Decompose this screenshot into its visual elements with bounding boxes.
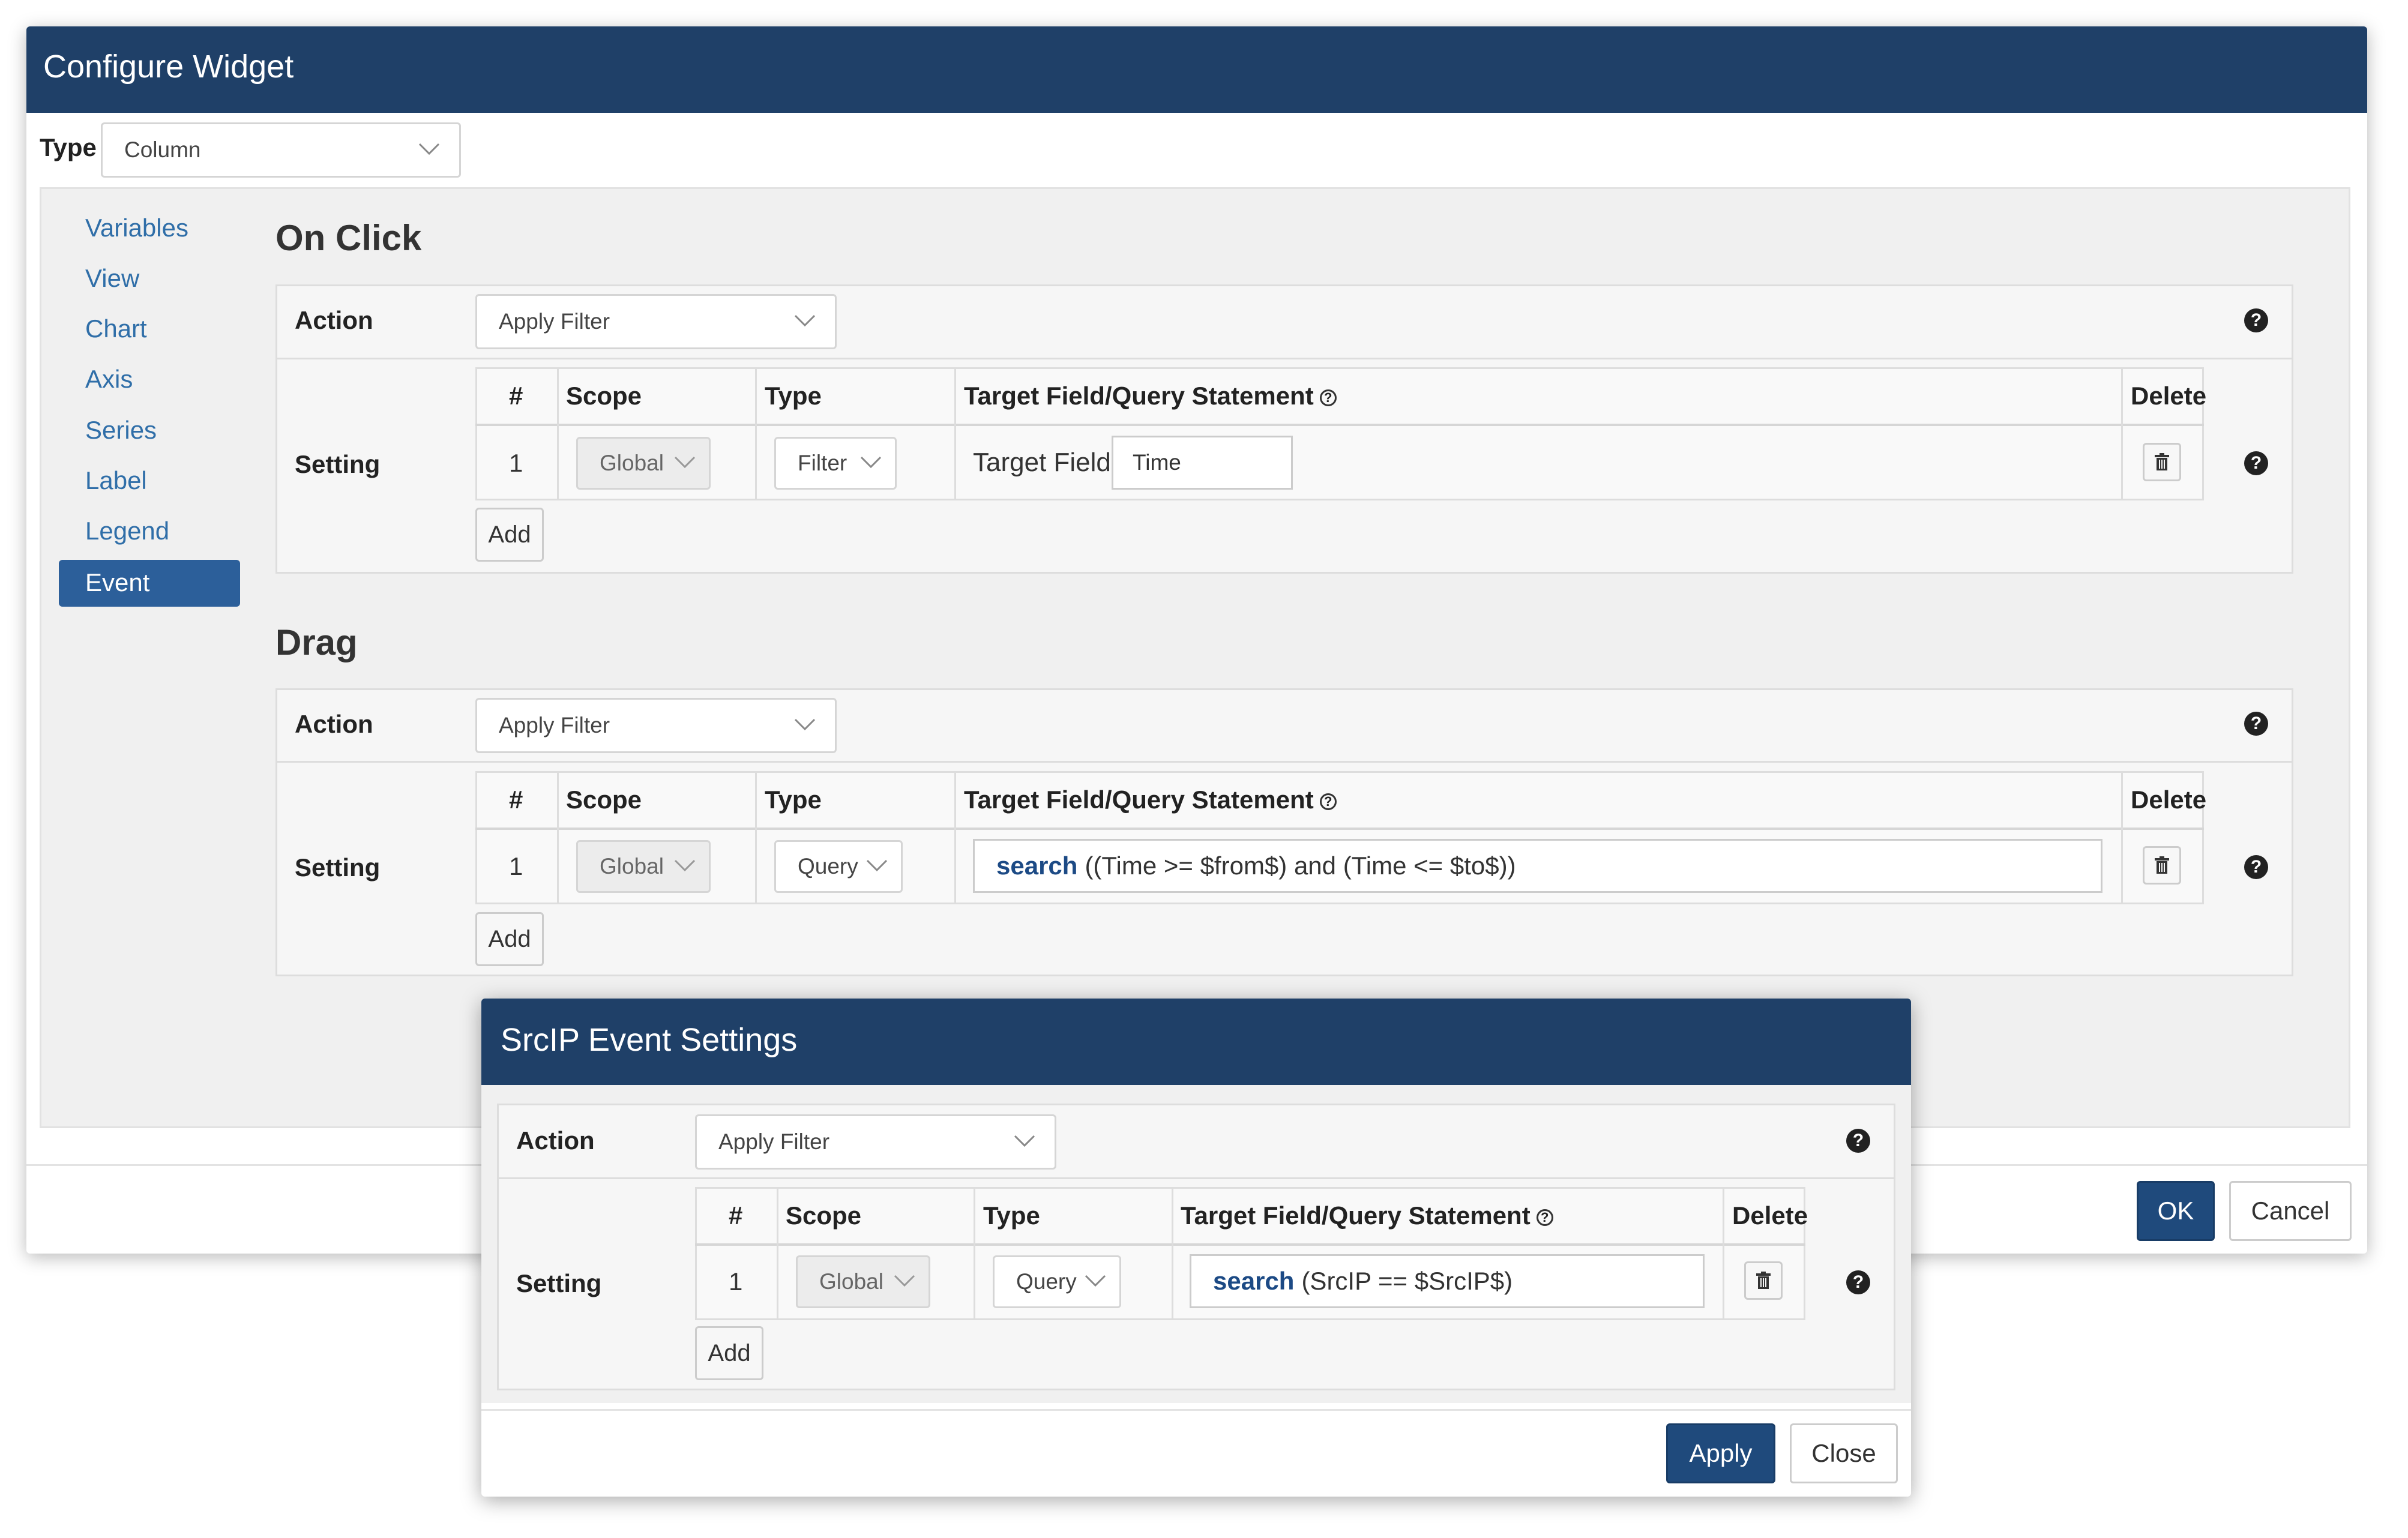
on-click-action-divider	[275, 358, 2293, 359]
target-field-label: Target Field	[973, 448, 1111, 477]
on-click-action-value: Apply Filter	[499, 309, 610, 334]
drag-type-select[interactable]: Query	[774, 840, 903, 893]
nav-item-event[interactable]: Event	[59, 560, 240, 607]
table-header-num: #	[729, 1201, 743, 1230]
chevron-down-icon	[794, 314, 816, 327]
trash-icon	[2155, 856, 2169, 874]
srcip-add-button[interactable]: Add	[695, 1326, 763, 1380]
query-text: ((Time >= $from$) and (Time <= $to$))	[1085, 852, 1516, 880]
apply-button[interactable]: Apply	[1666, 1423, 1775, 1483]
srcip-dialog-header: SrcIP Event Settings	[481, 999, 1911, 1085]
srcip-scope-select[interactable]: Global	[796, 1255, 930, 1308]
table-header-scope: Scope	[566, 786, 642, 814]
row-number: 1	[509, 449, 523, 477]
nav-item-chart[interactable]: Chart	[85, 314, 147, 343]
query-keyword: search	[1213, 1267, 1295, 1295]
cancel-button[interactable]: Cancel	[2229, 1181, 2352, 1241]
chevron-down-icon	[674, 456, 696, 469]
nav-item-legend[interactable]: Legend	[85, 517, 169, 545]
drag-scope-select[interactable]: Global	[576, 840, 711, 893]
nav-item-label[interactable]: Label	[85, 466, 147, 495]
help-icon[interactable]: ?	[1846, 1270, 1870, 1294]
drag-action-select[interactable]: Apply Filter	[475, 698, 837, 753]
srcip-query-input[interactable]: search (SrcIP == $SrcIP$)	[1190, 1254, 1705, 1308]
table-header-scope: Scope	[786, 1201, 862, 1230]
chevron-down-icon	[1085, 1275, 1106, 1287]
query-text: (SrcIP == $SrcIP$)	[1301, 1267, 1513, 1295]
chevron-down-icon	[418, 143, 440, 155]
on-click-add-button[interactable]: Add	[475, 508, 544, 562]
on-click-table	[475, 367, 2204, 500]
query-keyword: search	[996, 852, 1078, 880]
help-icon[interactable]: ?	[1846, 1129, 1870, 1153]
nav-item-event-label: Event	[85, 568, 150, 596]
on-click-type-select[interactable]: Filter	[774, 437, 897, 490]
trash-icon	[1756, 1272, 1771, 1289]
table-header-delete: Delete	[2131, 786, 2207, 814]
srcip-setting-label: Setting	[516, 1269, 602, 1297]
table-header-type: Type	[765, 382, 822, 410]
table-header-delete: Delete	[1732, 1201, 1808, 1230]
nav-item-view[interactable]: View	[85, 264, 139, 293]
on-click-scope-select[interactable]: Global	[576, 437, 711, 490]
chevron-down-icon	[674, 859, 696, 872]
on-click-action-label: Action	[295, 306, 373, 334]
table-header-num: #	[509, 382, 523, 410]
ok-button[interactable]: OK	[2137, 1181, 2215, 1241]
srcip-action-divider	[497, 1177, 1895, 1179]
chevron-down-icon	[860, 456, 882, 469]
srcip-action-select[interactable]: Apply Filter	[695, 1114, 1056, 1170]
target-field-input[interactable]: Time	[1112, 436, 1293, 490]
chevron-down-icon	[866, 859, 888, 872]
delete-row-button[interactable]	[2143, 846, 2181, 885]
drag-title: Drag	[275, 622, 358, 662]
table-header-target: Target Field/Query Statement?	[964, 786, 1337, 814]
delete-row-button[interactable]	[2143, 443, 2181, 481]
nav-item-series[interactable]: Series	[85, 416, 157, 445]
srcip-action-value: Apply Filter	[718, 1129, 830, 1154]
trash-icon	[2155, 453, 2169, 470]
nav-item-axis[interactable]: Axis	[85, 365, 133, 394]
delete-row-button[interactable]	[1744, 1261, 1783, 1300]
dialog-title: Configure Widget	[43, 49, 294, 85]
help-icon[interactable]: ?	[2244, 855, 2268, 879]
table-header-num: #	[509, 786, 523, 814]
on-click-title: On Click	[275, 218, 422, 258]
dialog-header: Configure Widget	[26, 26, 2367, 113]
help-icon[interactable]: ?	[2244, 451, 2268, 475]
chevron-down-icon	[794, 718, 816, 731]
srcip-footer-divider	[481, 1409, 1911, 1411]
drag-add-button[interactable]: Add	[475, 912, 544, 966]
srcip-dialog-title: SrcIP Event Settings	[501, 1022, 798, 1058]
nav-item-variables[interactable]: Variables	[85, 214, 188, 242]
table-header-delete: Delete	[2131, 382, 2207, 410]
drag-action-value: Apply Filter	[499, 713, 610, 737]
help-icon[interactable]: ?	[2244, 712, 2268, 736]
widget-type-value: Column	[124, 137, 201, 162]
row-number: 1	[509, 852, 523, 880]
chevron-down-icon	[894, 1275, 915, 1287]
row-number: 1	[729, 1267, 743, 1296]
question-circle-icon: ?	[1319, 793, 1337, 810]
drag-action-divider	[275, 761, 2293, 763]
drag-query-input[interactable]: search ((Time >= $from$) and (Time <= $t…	[973, 839, 2102, 893]
srcip-type-select[interactable]: Query	[993, 1255, 1121, 1308]
table-header-scope: Scope	[566, 382, 642, 410]
drag-setting-label: Setting	[295, 853, 381, 882]
srcip-action-label: Action	[516, 1126, 595, 1155]
on-click-setting-label: Setting	[295, 450, 381, 478]
table-header-target: Target Field/Query Statement?	[964, 382, 1337, 410]
help-icon[interactable]: ?	[2244, 308, 2268, 332]
table-header-type: Type	[983, 1201, 1040, 1230]
on-click-action-select[interactable]: Apply Filter	[475, 294, 837, 349]
chevron-down-icon	[1014, 1135, 1035, 1147]
question-circle-icon: ?	[1536, 1209, 1553, 1226]
question-circle-icon: ?	[1319, 389, 1337, 406]
table-header-type: Type	[765, 786, 822, 814]
type-label: Type	[40, 133, 97, 161]
drag-action-label: Action	[295, 710, 373, 738]
table-header-target: Target Field/Query Statement?	[1181, 1201, 1553, 1230]
widget-type-select[interactable]: Column	[101, 122, 461, 178]
close-button[interactable]: Close	[1790, 1423, 1898, 1483]
